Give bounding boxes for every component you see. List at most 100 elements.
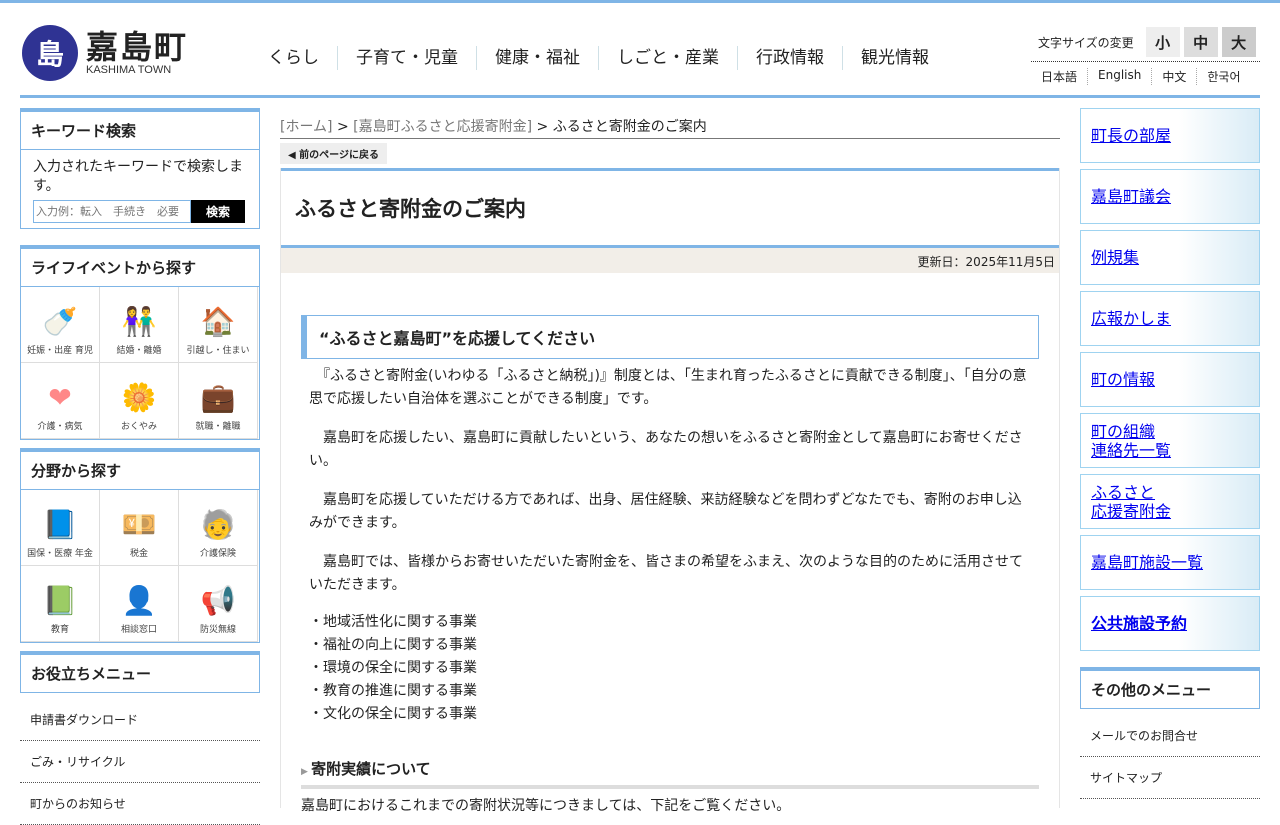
breadcrumb-sep: >	[536, 119, 549, 135]
banner-koho[interactable]: 広報かしま	[1080, 291, 1260, 346]
nav-shigoto[interactable]: しごと・産業	[599, 46, 738, 70]
book-pencil-icon: 📗	[42, 584, 78, 617]
purpose-item: ・地域活性化に関する事業	[309, 614, 477, 630]
field-education[interactable]: 📗 教育	[21, 566, 100, 642]
triangle-icon: ▶	[301, 767, 312, 777]
menu-mail-inquiry[interactable]: メールでのお問合せ	[1080, 715, 1260, 757]
yen-bills-icon: 💴	[121, 508, 157, 541]
keyword-search-box: キーワード検索 入力されたキーワードで検索します。 検索	[20, 108, 260, 229]
speaker-icon: 📢	[200, 584, 236, 617]
paragraph: 嘉島町を応援していただける方であれば、出身、居住経験、来訪経験などを問わずどなた…	[309, 492, 1022, 531]
life-event-title: ライフイベントから探す	[21, 249, 259, 287]
section-heading: “ふるさと嘉島町”を応援してください	[301, 315, 1039, 359]
cell-label: おくやみ	[120, 422, 157, 432]
field-care-insurance[interactable]: 🧓 介護保険	[179, 490, 258, 566]
paragraph: 『ふるさと寄附金(いわゆる「ふるさと納税」)』制度とは、「生まれ育ったふるさとに…	[309, 368, 1027, 407]
menu-sitemap[interactable]: サイトマップ	[1080, 757, 1260, 799]
banner-reservation[interactable]: 公共施設予約	[1080, 596, 1260, 651]
paragraph: 嘉島町を応援したい、嘉島町に貢献したいという、あなたの想いをふるさと寄附金として…	[309, 430, 1023, 469]
breadcrumb-sep: >	[336, 119, 349, 135]
purpose-item: ・文化の保全に関する事業	[309, 706, 477, 722]
font-large-button[interactable]: 大	[1221, 27, 1256, 57]
header-divider	[20, 95, 1260, 98]
purpose-item: ・教育の推進に関する事業	[309, 683, 477, 699]
purpose-item: ・福祉の向上に関する事業	[309, 637, 477, 653]
paragraph: 嘉島町におけるこれまでの寄附状況等につきましては、下記をご覧ください。	[301, 798, 791, 814]
banner-facilities[interactable]: 嘉島町施設一覧	[1080, 535, 1260, 590]
banner-assembly[interactable]: 嘉島町議会	[1080, 169, 1260, 224]
paragraph: 嘉島町では、皆様からお寄せいただいた寄附金を、皆さまの希望をふまえ、次のような目…	[309, 554, 1023, 593]
other-menu: その他のメニュー メールでのお問合せ サイトマップ	[1080, 667, 1260, 799]
field-insurance[interactable]: 📘 国保・医療 年金	[21, 490, 100, 566]
search-title: キーワード検索	[21, 112, 259, 150]
font-medium-button[interactable]: 中	[1183, 27, 1218, 57]
nav-kurashi[interactable]: くらし	[250, 46, 338, 70]
site-logo[interactable]: 島 嘉島町 KASHIMA TOWN	[22, 25, 188, 81]
cell-label: 教育	[50, 625, 69, 635]
purpose-item: ・環境の保全に関する事業	[309, 660, 477, 676]
search-input[interactable]	[33, 200, 191, 223]
cell-label: 結婚・離婚	[116, 346, 162, 356]
house-truck-icon: 🏠	[200, 305, 236, 338]
search-desc: 入力されたキーワードで検索します。	[33, 159, 243, 194]
cell-label: 妊娠・出産 育児	[27, 346, 93, 356]
life-care[interactable]: ❤ 介護・病気	[21, 363, 100, 439]
menu-garbage[interactable]: ごみ・リサイクル	[20, 741, 260, 783]
logo-title: 嘉島町	[86, 28, 189, 66]
baby-bottle-icon: 🍼	[42, 305, 78, 338]
breadcrumb-parent[interactable]: [嘉島町ふるさと応援寄附金]	[353, 119, 532, 135]
font-size-label: 文字サイズの変更	[1038, 35, 1134, 50]
life-condolence[interactable]: 🌼 おくやみ	[100, 363, 179, 439]
arrow-left-icon: ◀	[288, 150, 300, 161]
nav-gyosei[interactable]: 行政情報	[738, 46, 843, 70]
counter-person-icon: 👤	[121, 584, 157, 617]
cell-label: 介護保険	[199, 549, 236, 559]
banner-mayor[interactable]: 町長の部屋	[1080, 108, 1260, 163]
lang-korean[interactable]: 한국어	[1197, 68, 1250, 85]
life-event-box: ライフイベントから探す 🍼 妊娠・出産 育児 👫 結婚・離婚 🏠 引越し・住まい ❤ 介…	[20, 245, 260, 440]
field-title: 分野から探す	[21, 452, 259, 490]
field-consultation[interactable]: 👤 相談窓口	[100, 566, 179, 642]
life-moving[interactable]: 🏠 引越し・住まい	[179, 287, 258, 363]
cell-label: 就職・離職	[195, 422, 241, 432]
heart-syringe-icon: ❤	[48, 381, 72, 414]
breadcrumb-home[interactable]: [ホーム]	[280, 119, 333, 135]
briefcase-icon: 💼	[200, 381, 236, 414]
nav-kosodate[interactable]: 子育て・児童	[338, 46, 477, 70]
subsection-label: 寄附実績について	[311, 760, 431, 778]
lang-japanese[interactable]: 日本語	[1031, 68, 1089, 85]
cell-label: 国保・医療 年金	[27, 549, 93, 559]
menu-download[interactable]: 申請書ダウンロード	[20, 699, 260, 741]
back-label: 前のページに戻る	[299, 150, 379, 161]
life-pregnancy[interactable]: 🍼 妊娠・出産 育児	[21, 287, 100, 363]
banner-furusato[interactable]: ふるさと 応援寄附金	[1080, 474, 1260, 529]
life-marriage[interactable]: 👫 結婚・離婚	[100, 287, 179, 363]
elderly-icon: 🧓	[200, 508, 236, 541]
field-tax[interactable]: 💴 税金	[100, 490, 179, 566]
font-small-button[interactable]: 小	[1145, 27, 1180, 57]
lang-chinese[interactable]: 中文	[1152, 68, 1198, 85]
cell-label: 防災無線	[199, 625, 236, 635]
breadcrumb-current: ふるさと寄附金のご案内	[552, 119, 707, 135]
menu-notices[interactable]: 町からのお知らせ	[20, 783, 260, 825]
global-nav: くらし 子育て・児童 健康・福祉 しごと・産業 行政情報 観光情報	[250, 46, 947, 70]
cell-label: 税金	[129, 549, 148, 559]
nav-kanko[interactable]: 観光情報	[843, 46, 947, 70]
lang-english[interactable]: English	[1088, 68, 1153, 85]
font-size-switcher: 文字サイズの変更 小 中 大	[1038, 27, 1256, 57]
field-disaster-radio[interactable]: 📢 防災無線	[179, 566, 258, 642]
other-menu-title: その他のメニュー	[1080, 667, 1260, 709]
useful-menu: お役立ちメニュー 申請書ダウンロード ごみ・リサイクル 町からのお知らせ	[20, 651, 260, 825]
updated-date: 更新日：2025年11月5日	[281, 248, 1059, 273]
logo-mark: 島	[22, 25, 78, 81]
banner-town-info[interactable]: 町の情報	[1080, 352, 1260, 407]
page-title: ふるさと寄附金のご案内	[281, 168, 1059, 248]
lotus-icon: 🌼	[121, 381, 157, 414]
back-button[interactable]: ◀ 前のページに戻る	[280, 143, 387, 164]
cell-label: 相談窓口	[120, 625, 157, 635]
search-button[interactable]: 検索	[191, 200, 245, 223]
nav-kenko[interactable]: 健康・福祉	[477, 46, 599, 70]
banner-regulations[interactable]: 例規集	[1080, 230, 1260, 285]
life-employment[interactable]: 💼 就職・離職	[179, 363, 258, 439]
banner-organization[interactable]: 町の組織 連絡先一覧	[1080, 413, 1260, 468]
